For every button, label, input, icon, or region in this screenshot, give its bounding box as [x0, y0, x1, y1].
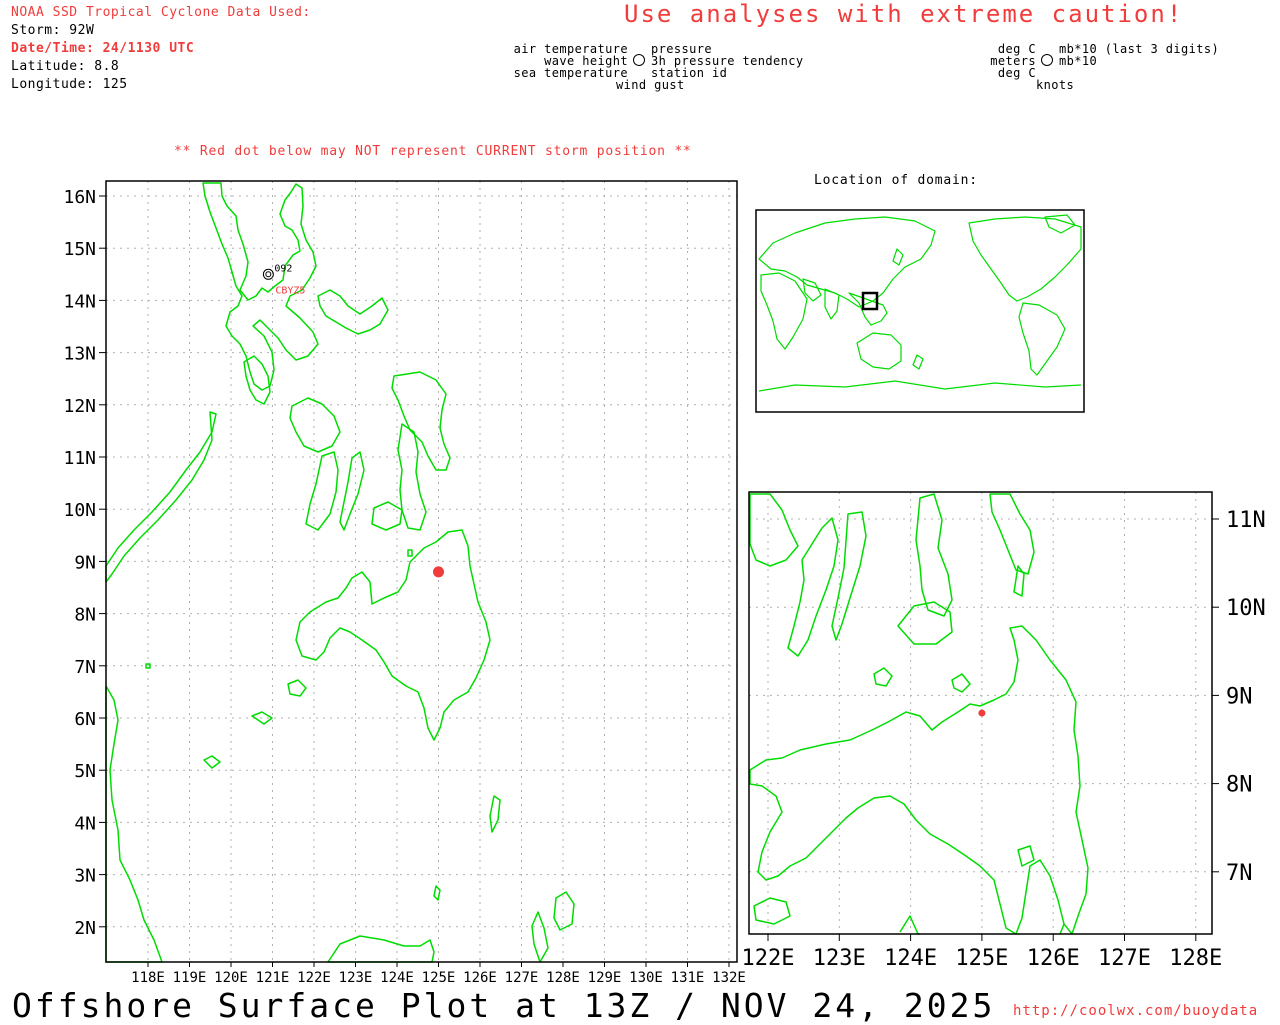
zoom-map-lat-labels: 11N 10N 9N 8N 7N	[1212, 508, 1266, 886]
zoom-storm-position-dot[interactable]	[978, 709, 986, 717]
zoom-coast-cebu	[831, 511, 867, 641]
zoom-map-lon-labels: 122E 123E 124E 125E 126E 127E 128E	[742, 934, 1222, 971]
zoom-lat-tick-label: 9N	[1226, 684, 1253, 709]
zoom-lon-tick-label: 122E	[742, 946, 795, 971]
zoom-lat-tick-label: 7N	[1226, 861, 1253, 886]
zoom-lon-tick-label: 123E	[813, 946, 866, 971]
zoom-lon-tick-label: 126E	[1027, 946, 1080, 971]
zoom-coast-negros	[787, 517, 839, 657]
zoom-lat-tick-label: 8N	[1226, 773, 1253, 798]
zoom-coast-basilan	[753, 897, 791, 925]
zoom-coast-bohol	[897, 601, 953, 645]
zoom-coast-panay	[749, 493, 799, 567]
zoom-coast-sarangani	[1017, 845, 1035, 867]
zoom-lon-tick-label: 124E	[884, 946, 937, 971]
zoom-coast-siquijor	[873, 667, 893, 687]
zoom-lat-tick-label: 11N	[1226, 508, 1266, 533]
zoom-lon-tick-label: 128E	[1169, 946, 1222, 971]
zoom-coast-camiguin	[951, 673, 971, 693]
zoom-coast-mindanao	[749, 625, 1089, 935]
plot-title: Offshore Surface Plot at 13Z / NOV 24, 2…	[12, 986, 996, 1025]
zoom-lon-tick-label: 127E	[1098, 946, 1151, 971]
zoom-coast-samar	[989, 493, 1035, 575]
zoom-coast-mindanao-south	[899, 915, 1065, 935]
zoom-map: 11N 10N 9N 8N 7N 122E 123E 124E 125E 126E 127E 128…	[742, 491, 1266, 971]
zoom-lon-tick-label: 125E	[955, 946, 1008, 971]
site-link[interactable]: http://coolwx.com/buoydata	[1013, 1003, 1258, 1019]
zoom-map-coastlines	[749, 493, 1089, 935]
zoom-lat-tick-label: 10N	[1226, 596, 1266, 621]
zoom-coast-leyte	[915, 493, 953, 617]
